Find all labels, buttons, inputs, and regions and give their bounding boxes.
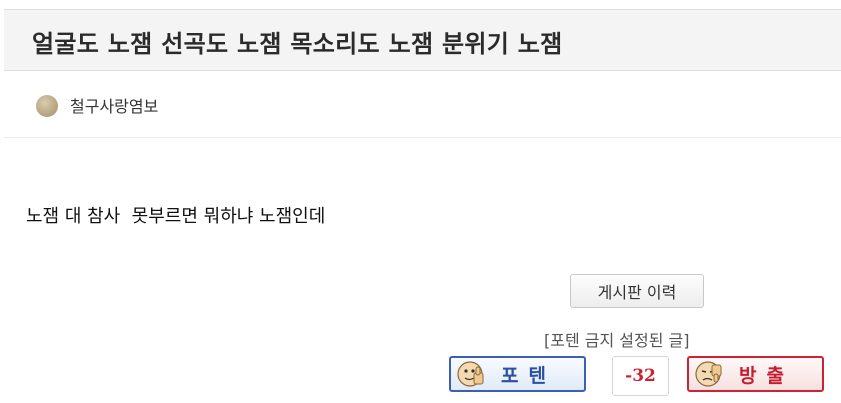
vote-up-button[interactable]: 포텐 [449, 356, 586, 392]
user-level-dot-icon [36, 95, 58, 117]
vote-down-button[interactable]: 방출 [687, 356, 824, 392]
thumbs-up-face-icon [457, 361, 484, 387]
post-title: 얼굴도 노잼 선곡도 노잼 목소리도 노잼 분위기 노잼 [32, 30, 563, 58]
board-history-button[interactable]: 게시판 이력 [570, 274, 704, 308]
post-body: 노잼 대 참사 못부르면 뭐하냐 노잼인데 [26, 206, 326, 227]
author-row: 철구사랑염보 [4, 72, 841, 138]
vote-up-label: 포텐 [501, 364, 556, 387]
vote-count: -32 [612, 356, 669, 396]
vote-down-label: 방출 [739, 364, 794, 387]
post-title-bar: 얼굴도 노잼 선곡도 노잼 목소리도 노잼 분위기 노잼 [4, 9, 841, 71]
author-name[interactable]: 철구사랑염보 [70, 93, 158, 117]
potent-ban-notice: [포텐 금지 설정된 글] [544, 331, 690, 350]
thumbs-down-face-icon [695, 361, 722, 387]
